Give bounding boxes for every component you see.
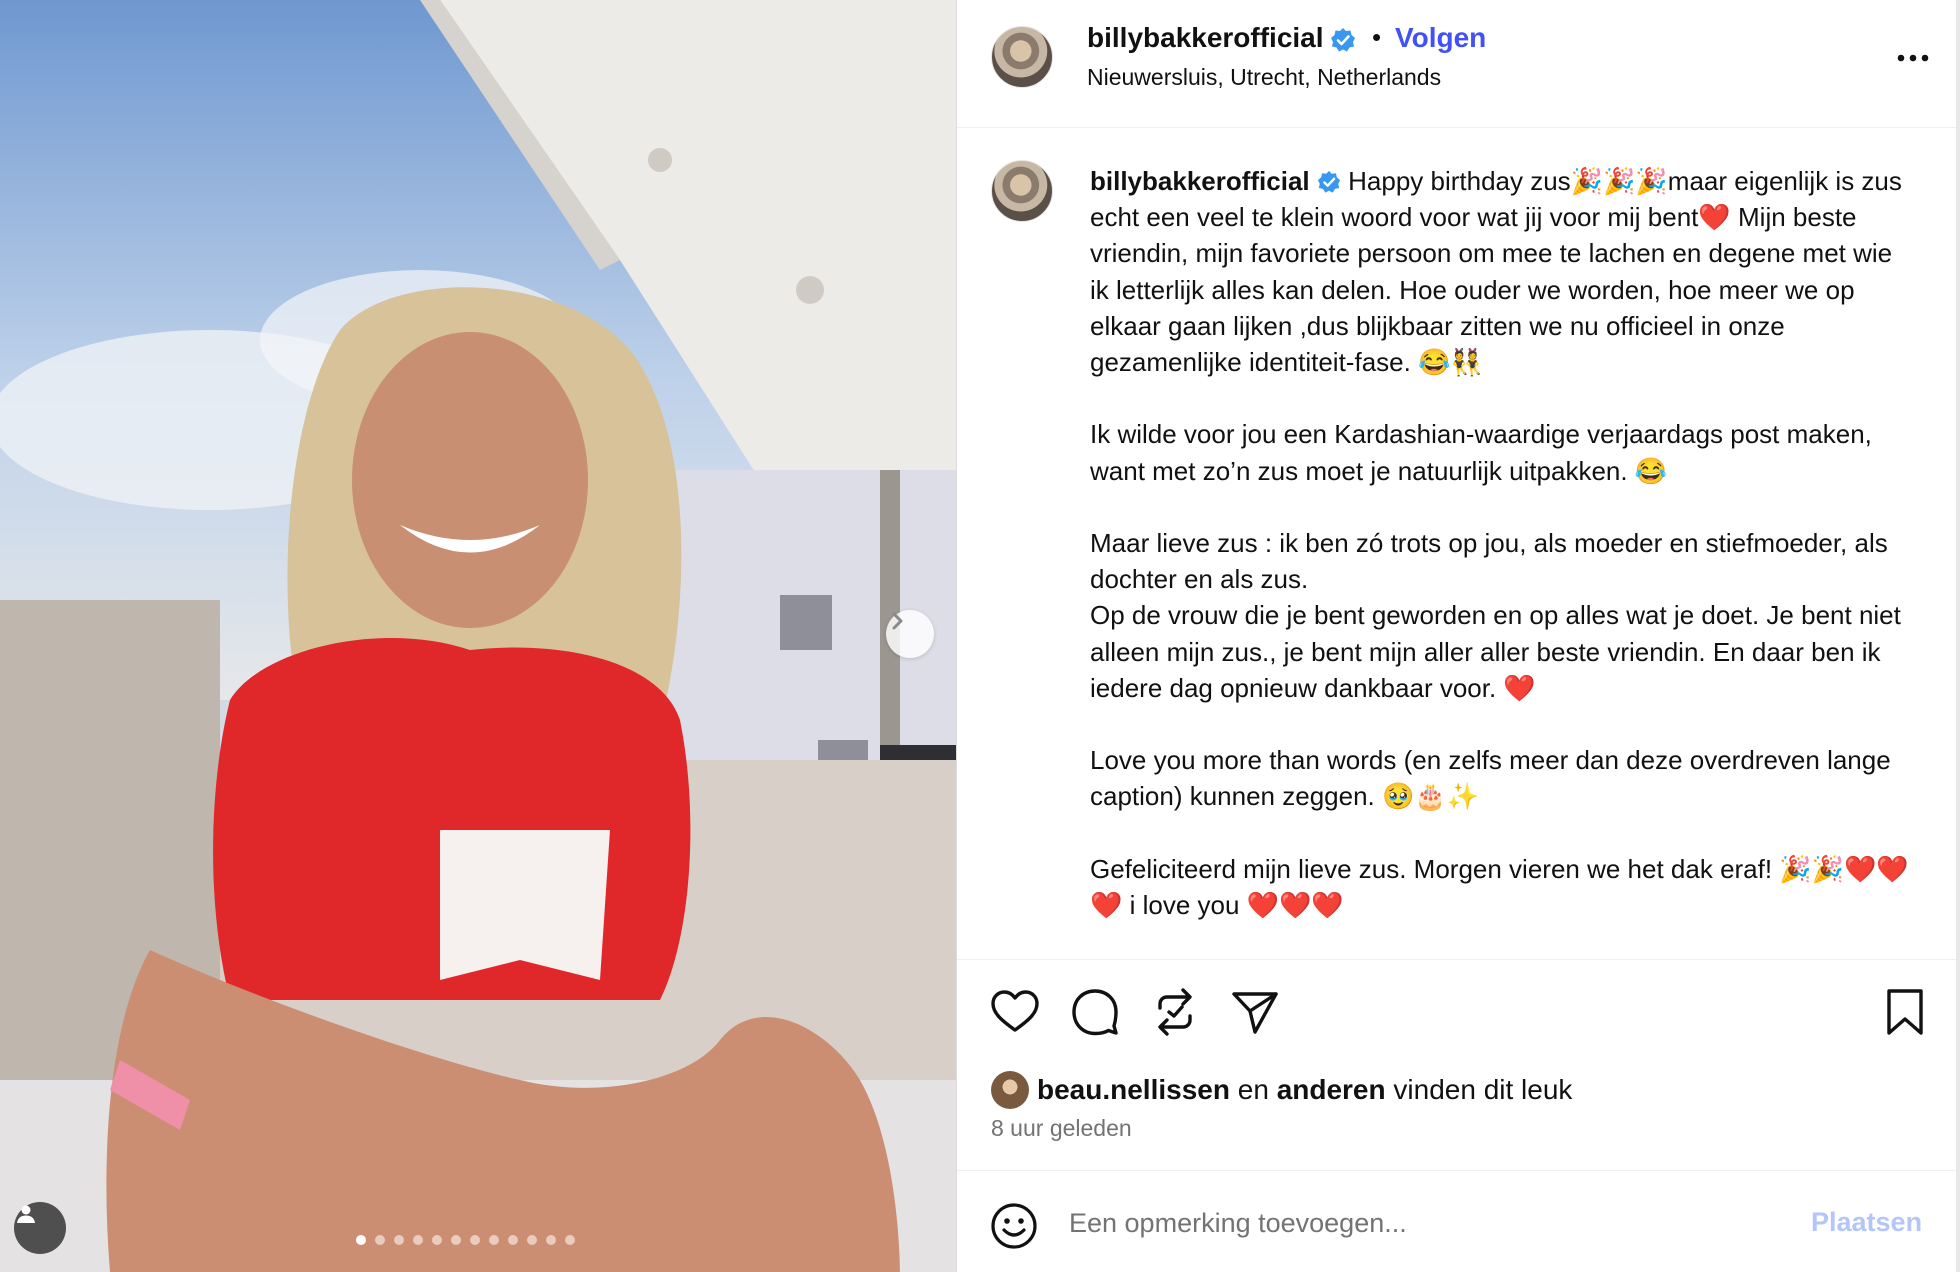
- speech-bubble-icon[interactable]: [1069, 986, 1121, 1038]
- carousel-dot: [565, 1235, 575, 1245]
- window-edge: [1956, 0, 1960, 1272]
- heart-icon[interactable]: [989, 986, 1041, 1038]
- carousel-dot: [394, 1235, 404, 1245]
- post-caption: billybakkerofficial Happy birthday zus🎉🎉…: [1090, 163, 1910, 923]
- avatar[interactable]: [991, 1071, 1029, 1109]
- likes-suffix: vinden dit leuk: [1393, 1074, 1573, 1105]
- user-tag-icon: [17, 1205, 35, 1223]
- carousel-indicator: [356, 1235, 575, 1245]
- comment-input[interactable]: [1069, 1201, 1769, 1245]
- chevron-right-icon: [892, 612, 903, 630]
- carousel-dot: [413, 1235, 423, 1245]
- likes-connector: en: [1237, 1074, 1269, 1105]
- avatar[interactable]: [991, 160, 1053, 222]
- comment-bar: Plaatsen: [957, 1170, 1957, 1272]
- bookmark-icon[interactable]: [1879, 986, 1931, 1038]
- tagged-users-button[interactable]: [14, 1202, 66, 1254]
- paper-plane-icon[interactable]: [1229, 986, 1281, 1038]
- carousel-dot: [451, 1235, 461, 1245]
- caption-username[interactable]: billybakkerofficial: [1090, 166, 1310, 196]
- liker-username[interactable]: beau.nellissen: [1037, 1074, 1230, 1106]
- avatar[interactable]: [991, 26, 1053, 88]
- location-link[interactable]: Nieuwersluis, Utrecht, Netherlands: [1087, 64, 1441, 91]
- post-header: billybakkerofficial • Volgen Nieuwerslui…: [957, 0, 1957, 128]
- next-photo-button[interactable]: [886, 610, 934, 658]
- post-side-panel: billybakkerofficial • Volgen Nieuwerslui…: [956, 0, 1960, 1272]
- likes-summary: beau.nellissen en anderen vinden dit leu…: [991, 1070, 1572, 1110]
- more-dots-icon[interactable]: [1893, 38, 1933, 78]
- post-timestamp[interactable]: 8 uur geleden: [991, 1115, 1132, 1142]
- verified-badge-icon: [1317, 170, 1340, 193]
- caption-area: billybakkerofficial Happy birthday zus🎉🎉…: [957, 128, 1957, 960]
- smiley-icon[interactable]: [989, 1201, 1039, 1251]
- carousel-dot: [489, 1235, 499, 1245]
- carousel-dot: [432, 1235, 442, 1245]
- repost-icon[interactable]: [1149, 986, 1201, 1038]
- carousel-dot: [375, 1235, 385, 1245]
- likes-others-link[interactable]: anderen: [1277, 1074, 1386, 1106]
- photo-illustration: [0, 0, 956, 1272]
- caption-text: Happy birthday zus🎉🎉🎉maar eigenlijk is z…: [1090, 166, 1909, 921]
- username-link[interactable]: billybakkerofficial: [1087, 22, 1324, 54]
- verified-badge-icon: [1331, 28, 1355, 52]
- separator-dot: •: [1372, 22, 1382, 52]
- carousel-dot: [527, 1235, 537, 1245]
- carousel-dot: [546, 1235, 556, 1245]
- carousel-dot: [508, 1235, 518, 1245]
- carousel-dot: [356, 1235, 366, 1245]
- post-photo[interactable]: [0, 0, 956, 1272]
- post-comment-button[interactable]: Plaatsen: [1811, 1207, 1922, 1238]
- carousel-dot: [470, 1235, 480, 1245]
- follow-button[interactable]: Volgen: [1395, 22, 1486, 54]
